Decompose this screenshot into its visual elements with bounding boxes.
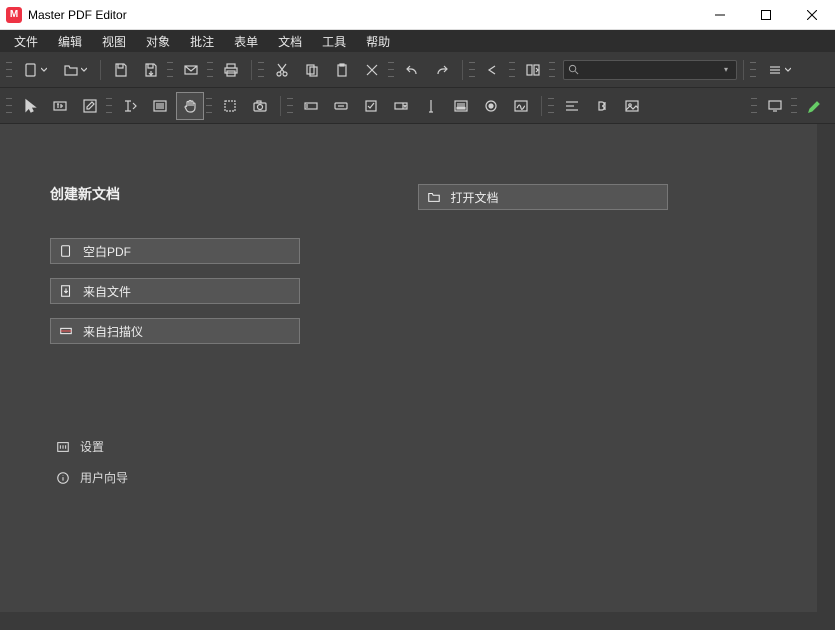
toolbar-grip[interactable] <box>469 59 475 81</box>
delete-button[interactable] <box>358 56 386 84</box>
text-select-tool[interactable] <box>116 92 144 120</box>
menu-forms[interactable]: 表单 <box>224 31 268 52</box>
search-input[interactable] <box>582 64 724 76</box>
snapshot-tool[interactable] <box>246 92 274 120</box>
redo-button[interactable] <box>428 56 456 84</box>
monitor-tool[interactable] <box>761 92 789 120</box>
app-title: Master PDF Editor <box>28 8 697 22</box>
toolbar-grip[interactable] <box>750 59 756 81</box>
user-guide-label: 用户向导 <box>80 469 128 486</box>
folder-open-icon <box>427 190 441 204</box>
scanner-icon <box>59 324 73 338</box>
minimize-button[interactable] <box>697 0 743 30</box>
toolbar-grip[interactable] <box>206 95 212 117</box>
toolbar-grip[interactable] <box>751 95 757 117</box>
import-file-icon <box>59 284 73 298</box>
vertical-scrollbar[interactable] <box>817 124 835 612</box>
zoom-out-button[interactable] <box>479 56 507 84</box>
undo-button[interactable] <box>398 56 426 84</box>
page-layout-button[interactable] <box>519 56 547 84</box>
toolbar-grip[interactable] <box>549 59 555 81</box>
text-style-tool[interactable] <box>588 92 616 120</box>
open-document-button[interactable] <box>56 56 94 84</box>
toolbar-grip[interactable] <box>287 95 293 117</box>
open-document-label: 打开文档 <box>451 189 499 206</box>
from-files-button[interactable]: 来自文件 <box>50 278 300 304</box>
menu-object[interactable]: 对象 <box>136 31 180 52</box>
form-listbox-tool[interactable] <box>447 92 475 120</box>
signature-tool[interactable] <box>507 92 535 120</box>
save-button[interactable] <box>107 56 135 84</box>
search-box[interactable]: ▾ <box>563 60 737 80</box>
blank-pdf-label: 空白PDF <box>83 243 131 260</box>
settings-label: 设置 <box>80 438 104 455</box>
menu-edit[interactable]: 编辑 <box>48 31 92 52</box>
start-screen: 创建新文档 空白PDF 来自文件 来自扫描仪 设置 用户向导 打开文档 <box>0 124 835 630</box>
form-combobox-tool[interactable] <box>387 92 415 120</box>
user-guide-link[interactable]: 用户向导 <box>56 469 418 486</box>
toolbar-grip[interactable] <box>167 59 173 81</box>
menu-overflow-button[interactable] <box>760 56 798 84</box>
toolbar-grip[interactable] <box>6 59 12 81</box>
toolbar-grip[interactable] <box>258 59 264 81</box>
align-tool[interactable] <box>558 92 586 120</box>
menu-bar: 文件 编辑 视图 对象 批注 表单 文档 工具 帮助 <box>0 30 835 52</box>
paste-button[interactable] <box>328 56 356 84</box>
toolbar-grip[interactable] <box>6 95 12 117</box>
search-icon <box>568 64 579 75</box>
form-button-tool[interactable] <box>327 92 355 120</box>
toolbar-grip[interactable] <box>388 59 394 81</box>
vertical-line-tool[interactable] <box>417 92 445 120</box>
settings-link[interactable]: 设置 <box>56 438 418 455</box>
hand-tool[interactable] <box>176 92 204 120</box>
toolbar-grip[interactable] <box>791 95 797 117</box>
open-document-button-main[interactable]: 打开文档 <box>418 184 668 210</box>
toolbar-grip[interactable] <box>207 59 213 81</box>
save-as-button[interactable] <box>137 56 165 84</box>
settings-icon <box>56 440 70 454</box>
edit-form-tool[interactable] <box>76 92 104 120</box>
menu-annotate[interactable]: 批注 <box>180 31 224 52</box>
create-heading: 创建新文档 <box>50 184 418 204</box>
select-tool[interactable] <box>16 92 44 120</box>
scrollbar-corner <box>817 612 835 630</box>
from-scanner-button[interactable]: 来自扫描仪 <box>50 318 300 344</box>
email-button[interactable] <box>177 56 205 84</box>
toolbar-main: ▾ <box>0 52 835 88</box>
form-radio-tool[interactable] <box>477 92 505 120</box>
search-dropdown-icon[interactable]: ▾ <box>724 65 732 74</box>
page-icon <box>59 244 73 258</box>
blank-pdf-button[interactable]: 空白PDF <box>50 238 300 264</box>
list-tool[interactable] <box>146 92 174 120</box>
form-checkbox-tool[interactable] <box>357 92 385 120</box>
toolbar-tools <box>0 88 835 124</box>
image-tool[interactable] <box>618 92 646 120</box>
from-files-label: 来自文件 <box>83 283 131 300</box>
app-icon: M <box>6 7 22 23</box>
copy-button[interactable] <box>298 56 326 84</box>
toolbar-grip[interactable] <box>548 95 554 117</box>
menu-help[interactable]: 帮助 <box>356 31 400 52</box>
crop-tool[interactable] <box>216 92 244 120</box>
horizontal-scrollbar[interactable] <box>0 612 817 630</box>
maximize-button[interactable] <box>743 0 789 30</box>
info-icon <box>56 471 70 485</box>
title-bar: M Master PDF Editor <box>0 0 835 30</box>
toolbar-grip[interactable] <box>106 95 112 117</box>
menu-document[interactable]: 文档 <box>268 31 312 52</box>
form-textfield-tool[interactable] <box>297 92 325 120</box>
menu-file[interactable]: 文件 <box>4 31 48 52</box>
highlight-tool[interactable] <box>801 92 829 120</box>
toolbar-grip[interactable] <box>509 59 515 81</box>
print-button[interactable] <box>217 56 245 84</box>
new-document-button[interactable] <box>16 56 54 84</box>
close-button[interactable] <box>789 0 835 30</box>
edit-text-tool[interactable] <box>46 92 74 120</box>
menu-tools[interactable]: 工具 <box>312 31 356 52</box>
from-scanner-label: 来自扫描仪 <box>83 323 143 340</box>
cut-button[interactable] <box>268 56 296 84</box>
menu-view[interactable]: 视图 <box>92 31 136 52</box>
